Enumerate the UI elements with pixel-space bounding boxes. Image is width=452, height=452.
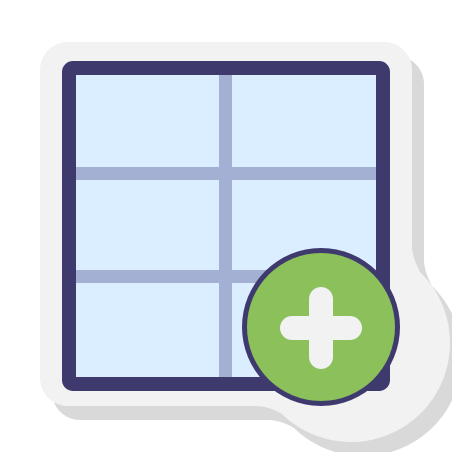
grid-line-horizontal-1: [69, 167, 383, 180]
grid-line-vertical: [219, 68, 232, 384]
add-table-sticker-graphic: [40, 42, 452, 452]
plus-icon-horizontal-bar: [280, 316, 362, 340]
add-table-icon: [0, 0, 452, 452]
